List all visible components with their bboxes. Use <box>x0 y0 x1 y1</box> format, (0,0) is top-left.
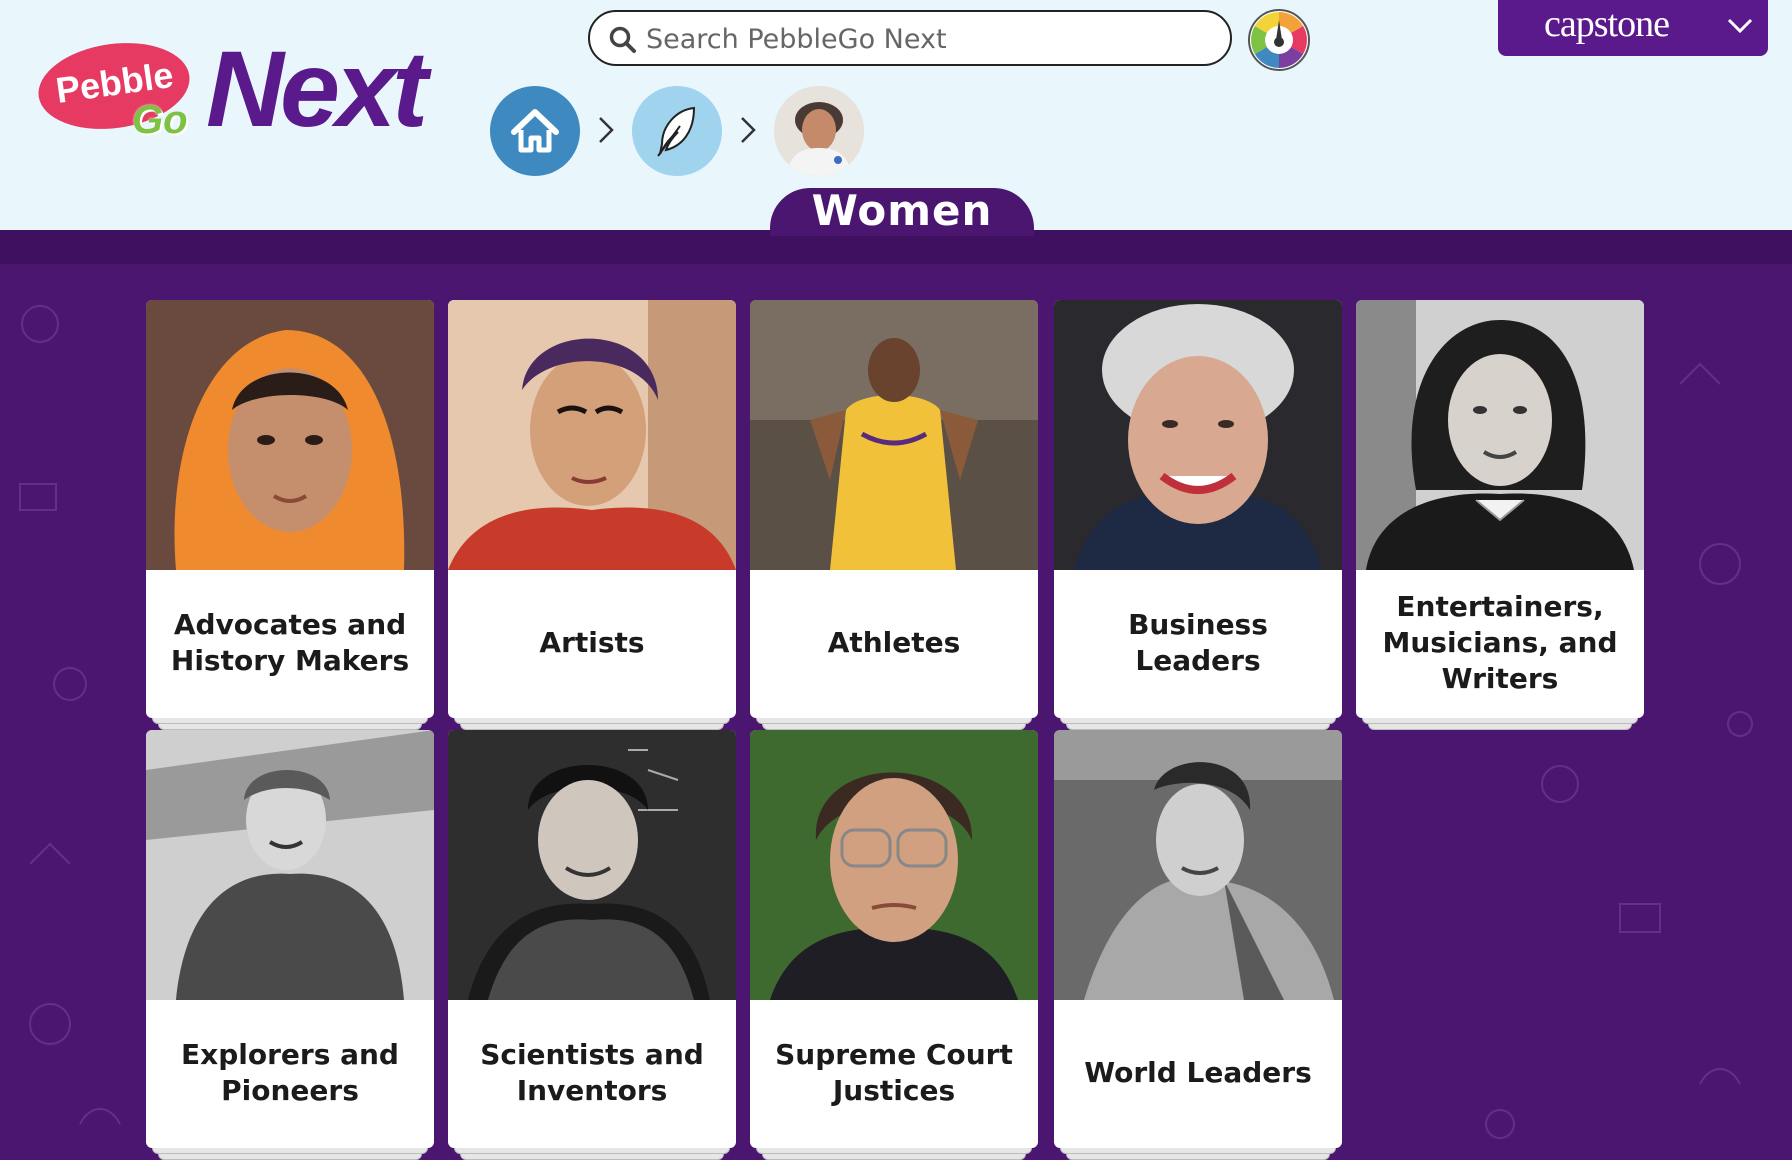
supreme-court-photo <box>750 730 1038 1000</box>
scientists-photo <box>448 730 736 1000</box>
category-card-business[interactable]: Business Leaders <box>1054 300 1342 730</box>
card-face: Advocates and History Makers <box>146 300 434 718</box>
card-label: Artists <box>539 626 645 659</box>
advocates-photo <box>146 300 434 570</box>
chevron-right-icon <box>741 117 756 143</box>
breadcrumb-biographies-button[interactable] <box>632 86 722 176</box>
chevron-right-icon <box>599 117 614 143</box>
card-face: Business Leaders <box>1054 300 1342 718</box>
breadcrumb-home-button[interactable] <box>490 86 580 176</box>
category-card-world-leaders[interactable]: World Leaders <box>1054 730 1342 1160</box>
logo-go-text: Go <box>132 98 188 142</box>
category-card-entertainers[interactable]: Entertainers, Musicians, and Writers <box>1356 300 1644 730</box>
card-label: Scientists and Inventors <box>480 1038 704 1107</box>
card-label: Supreme Court Justices <box>775 1038 1013 1107</box>
card-face: Entertainers, Musicians, and Writers <box>1356 300 1644 718</box>
search-input[interactable] <box>644 18 1208 60</box>
business-photo <box>1054 300 1342 570</box>
portrait-photo <box>774 86 864 176</box>
card-face: Explorers and Pioneers <box>146 730 434 1148</box>
explorers-photo <box>146 730 434 1000</box>
card-label: Entertainers, Musicians, and Writers <box>1382 590 1618 695</box>
category-card-explorers[interactable]: Explorers and Pioneers <box>146 730 434 1160</box>
card-label: Athletes <box>827 626 961 659</box>
card-label: World Leaders <box>1084 1056 1312 1089</box>
card-label: Business Leaders <box>1128 608 1268 677</box>
category-card-athletes[interactable]: Athletes <box>750 300 1038 730</box>
home-icon <box>511 109 559 153</box>
entertainers-photo <box>1356 300 1644 570</box>
page-title: Women <box>811 186 993 235</box>
athletes-photo <box>750 300 1038 570</box>
pebblego-next-logo[interactable]: Pebble Go Next <box>32 28 468 150</box>
capstone-menu-button[interactable]: capstone <box>1498 0 1768 56</box>
card-label: Explorers and Pioneers <box>181 1038 399 1107</box>
category-card-scientists[interactable]: Scientists and Inventors <box>448 730 736 1160</box>
capstone-label: capstone <box>1544 3 1670 45</box>
category-card-artists[interactable]: Artists <box>448 300 736 730</box>
card-face: Athletes <box>750 300 1038 718</box>
search-bar[interactable] <box>588 10 1232 66</box>
artists-photo <box>448 300 736 570</box>
card-label: Advocates and History Makers <box>170 608 410 677</box>
color-wheel-icon[interactable] <box>1247 8 1311 72</box>
card-face: Supreme Court Justices <box>750 730 1038 1148</box>
world-leaders-photo <box>1054 730 1342 1000</box>
category-card-advocates[interactable]: Advocates and History Makers <box>146 300 434 730</box>
category-card-supreme-court[interactable]: Supreme Court Justices <box>750 730 1038 1160</box>
card-face: Artists <box>448 300 736 718</box>
breadcrumb-portrait-button[interactable] <box>774 86 864 176</box>
search-icon <box>609 26 636 53</box>
chevron-down-icon <box>1727 18 1753 34</box>
card-face: Scientists and Inventors <box>448 730 736 1148</box>
card-face: World Leaders <box>1054 730 1342 1148</box>
logo-next-text: Next <box>206 28 428 149</box>
quill-feather-icon <box>657 106 696 157</box>
